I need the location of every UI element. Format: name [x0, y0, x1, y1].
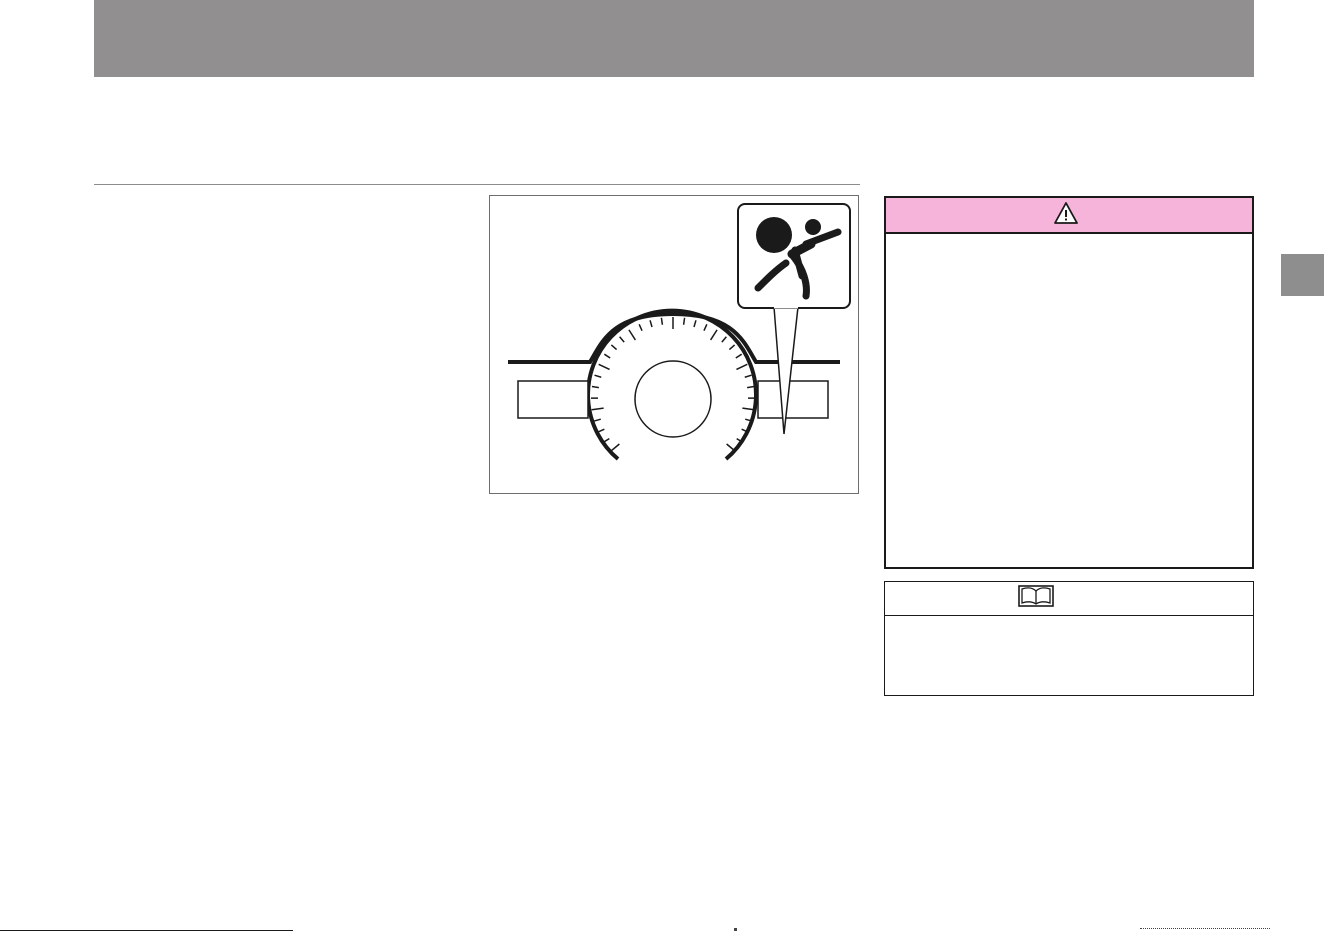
- gauge-tick: [744, 374, 752, 378]
- gauge-tick: [709, 329, 718, 341]
- note-box: [884, 581, 1254, 696]
- chapter-side-tab[interactable]: [1281, 254, 1324, 296]
- gauge-tick: [736, 363, 748, 371]
- gauge-tick: [594, 374, 602, 378]
- header-bar: [94, 0, 1254, 77]
- gauge-tick: [598, 363, 610, 371]
- note-header: [885, 582, 1253, 616]
- gauge-tick: [721, 336, 727, 343]
- warning-body: [886, 234, 1252, 567]
- gauge-tick: [591, 407, 604, 411]
- gauge-tick: [747, 385, 755, 389]
- warning-header: [886, 198, 1252, 234]
- gauge-tick: [728, 344, 736, 351]
- book-icon: [1018, 584, 1054, 613]
- gauge-tick: [693, 320, 697, 328]
- gauge-tick: [619, 336, 625, 343]
- gauge-tick: [597, 428, 605, 433]
- gauge-tick: [649, 320, 653, 328]
- instrument-cluster-drawing: [508, 203, 851, 461]
- gauge-tick: [703, 323, 708, 331]
- gauge-tick: [628, 329, 637, 341]
- gauge-tick: [602, 437, 610, 443]
- footer-dots: [1140, 928, 1270, 933]
- footer-rule: [0, 930, 293, 931]
- gauge-tick: [742, 407, 755, 411]
- section-divider: [94, 184, 860, 185]
- gauge-tick: [591, 385, 599, 389]
- gauge-tick: [660, 317, 664, 325]
- instrument-cluster-illustration: [489, 195, 859, 494]
- note-body: [885, 616, 1253, 694]
- gauge-tick: [682, 317, 686, 325]
- gauge-tick: [610, 344, 618, 351]
- footer-mark: [734, 928, 737, 931]
- warning-triangle-icon: [1053, 201, 1079, 230]
- gauge-tick: [603, 353, 611, 359]
- warning-box: [884, 196, 1254, 569]
- right-display: [757, 380, 829, 419]
- gauge-tick: [593, 418, 601, 422]
- left-display: [517, 380, 589, 419]
- gauge-tick: [735, 353, 743, 359]
- gauge-tick: [638, 323, 643, 331]
- gauge-center-dial: [634, 360, 712, 438]
- gauge-tick: [609, 443, 620, 453]
